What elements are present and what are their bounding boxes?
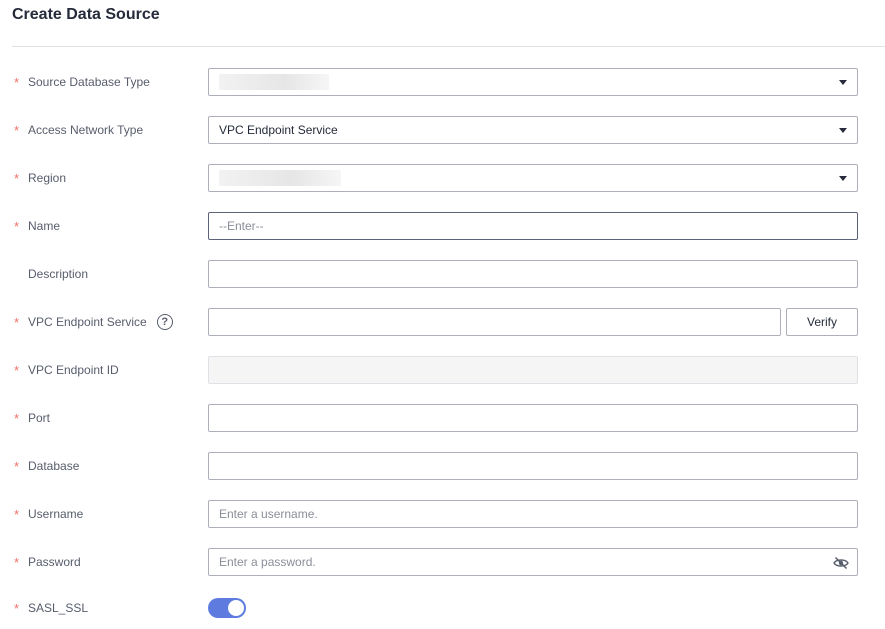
redacted-value	[219, 170, 341, 186]
name-label: * Name	[14, 212, 60, 240]
required-marker: *	[14, 554, 20, 570]
source-database-type-select[interactable]	[208, 68, 858, 96]
port-label: * Port	[14, 404, 50, 432]
caret-down-icon	[839, 176, 847, 181]
required-marker: *	[14, 74, 20, 90]
sasl-ssl-toggle[interactable]	[208, 598, 246, 618]
redacted-value	[219, 74, 329, 90]
row-vpc-endpoint-service: * VPC Endpoint Service ? Verify	[0, 308, 885, 336]
required-marker: *	[14, 410, 20, 426]
toggle-knob	[228, 600, 244, 616]
username-input[interactable]: Enter a username.	[208, 500, 858, 528]
vpc-endpoint-id-label: * VPC Endpoint ID	[14, 356, 119, 384]
database-label-text: Database	[28, 459, 80, 473]
row-region: * Region	[0, 164, 885, 192]
source-database-type-label-text: Source Database Type	[28, 75, 150, 89]
name-input[interactable]: --Enter--	[208, 212, 858, 240]
database-label: * Database	[14, 452, 79, 480]
page-title: Create Data Source	[12, 6, 160, 23]
password-input[interactable]: Enter a password.	[208, 548, 858, 576]
required-marker: *	[14, 600, 20, 616]
access-network-type-select[interactable]: VPC Endpoint Service	[208, 116, 858, 144]
source-database-type-label: * Source Database Type	[14, 68, 150, 96]
description-input[interactable]	[208, 260, 858, 288]
vpc-endpoint-id-label-text: VPC Endpoint ID	[28, 363, 119, 377]
vpc-endpoint-id-input	[208, 356, 858, 384]
required-marker: *	[14, 122, 20, 138]
port-input[interactable]	[208, 404, 858, 432]
required-marker: *	[14, 314, 20, 330]
port-label-text: Port	[28, 411, 51, 425]
verify-button[interactable]: Verify	[786, 308, 858, 336]
access-network-type-label-text: Access Network Type	[28, 123, 144, 137]
required-marker: *	[14, 170, 20, 186]
password-placeholder: Enter a password.	[219, 555, 316, 569]
vpc-endpoint-service-input[interactable]	[208, 308, 781, 336]
database-input[interactable]	[208, 452, 858, 480]
caret-down-icon	[839, 80, 847, 85]
username-label: * Username	[14, 500, 83, 528]
region-label-text: Region	[28, 171, 67, 185]
region-select[interactable]	[208, 164, 858, 192]
row-name: * Name --Enter--	[0, 212, 885, 240]
row-access-network-type: * Access Network Type VPC Endpoint Servi…	[0, 116, 885, 144]
name-label-text: Name	[28, 219, 61, 233]
password-label: * Password	[14, 548, 81, 576]
name-placeholder: --Enter--	[219, 219, 264, 233]
vpc-endpoint-service-label: * VPC Endpoint Service ?	[14, 308, 173, 336]
required-marker: *	[14, 506, 20, 522]
question-circle-icon[interactable]: ?	[156, 314, 173, 330]
row-description: Description	[0, 260, 885, 288]
required-marker: *	[14, 218, 20, 234]
access-network-type-label: * Access Network Type	[14, 116, 143, 144]
description-label: Description	[14, 260, 88, 288]
required-marker: *	[14, 362, 20, 378]
header-divider	[12, 46, 885, 47]
row-sasl-ssl: * SASL_SSL	[0, 594, 885, 622]
password-label-text: Password	[28, 555, 81, 569]
vpc-endpoint-service-label-text: VPC Endpoint Service	[28, 315, 147, 329]
username-label-text: Username	[28, 507, 84, 521]
row-username: * Username Enter a username.	[0, 500, 885, 528]
access-network-type-value: VPC Endpoint Service	[219, 123, 338, 137]
sasl-ssl-label: * SASL_SSL	[14, 594, 88, 622]
eye-hidden-icon[interactable]	[833, 555, 849, 571]
username-placeholder: Enter a username.	[219, 507, 318, 521]
description-label-text: Description	[28, 267, 89, 281]
region-label: * Region	[14, 164, 66, 192]
row-password: * Password Enter a password.	[0, 548, 885, 576]
row-database: * Database	[0, 452, 885, 480]
caret-down-icon	[839, 128, 847, 133]
row-port: * Port	[0, 404, 885, 432]
required-marker: *	[14, 458, 20, 474]
sasl-ssl-label-text: SASL_SSL	[28, 601, 89, 615]
row-vpc-endpoint-id: * VPC Endpoint ID	[0, 356, 885, 384]
row-source-database-type: * Source Database Type	[0, 68, 885, 96]
